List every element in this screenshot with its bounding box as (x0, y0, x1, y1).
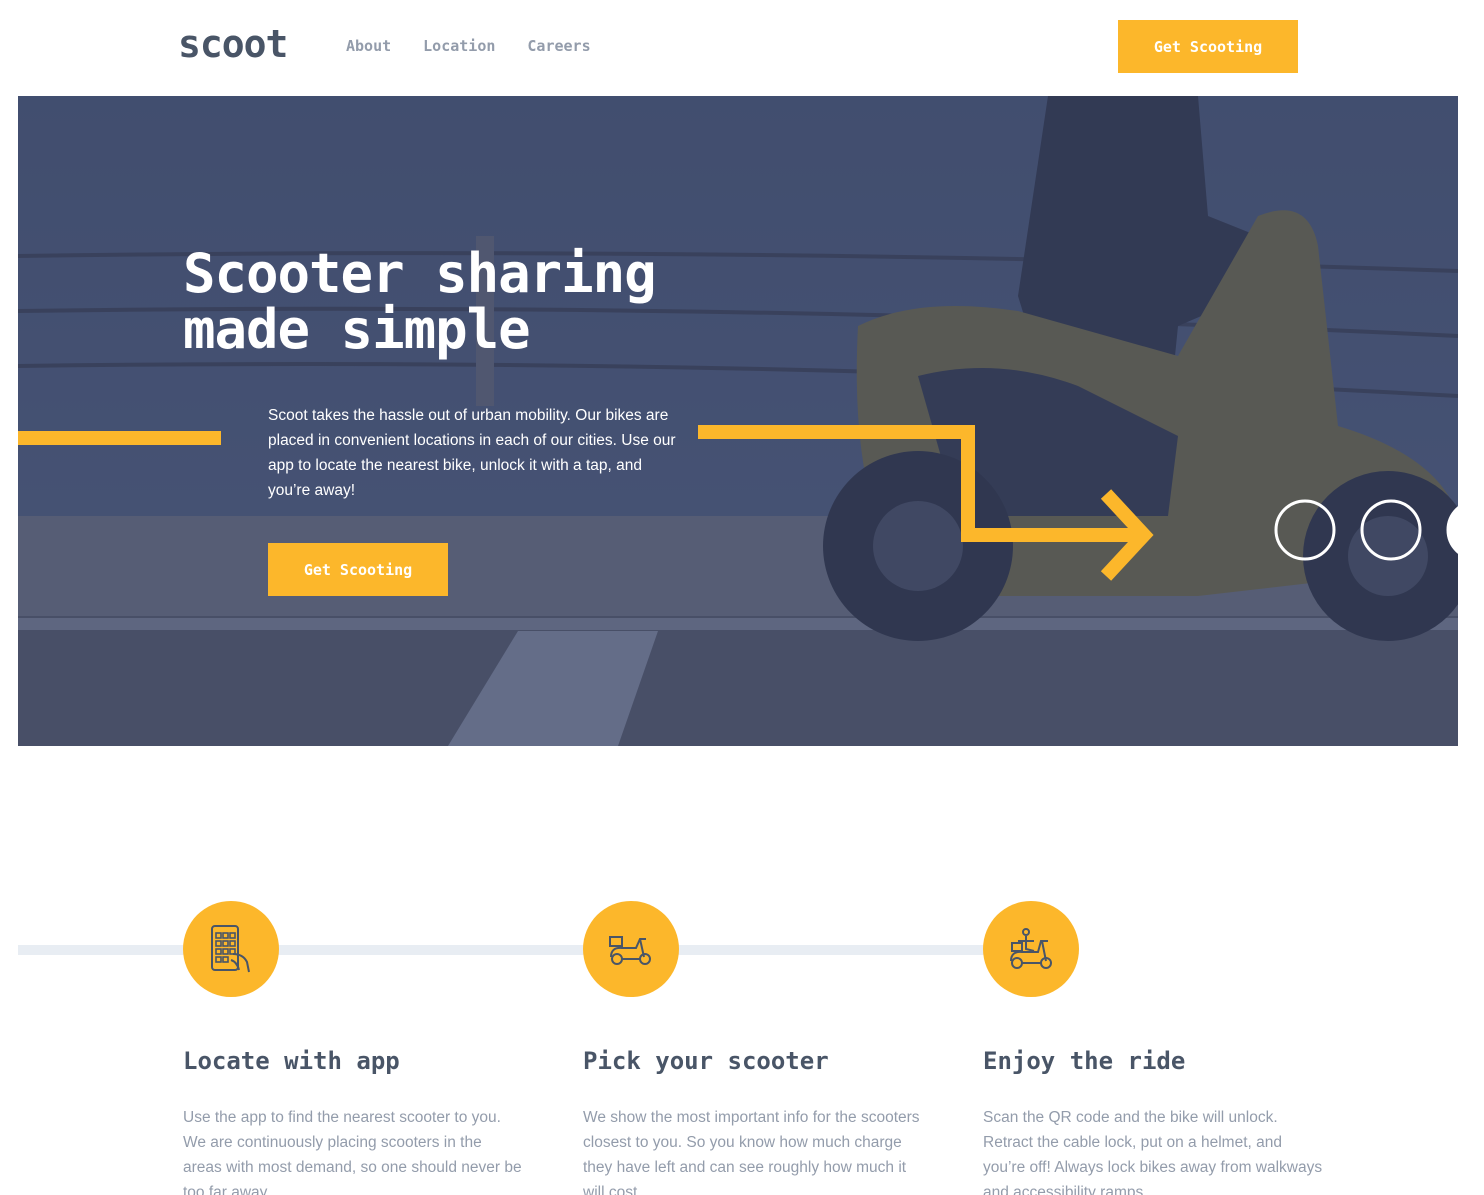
phone-app-icon (211, 925, 250, 973)
feature-icon-circle (183, 901, 279, 997)
nav-location[interactable]: Location (423, 37, 495, 55)
feature-pick: Pick your scooter We show the most impor… (583, 901, 923, 1195)
hero-circles-pattern (1274, 499, 1458, 561)
ride-icon (1010, 928, 1052, 969)
site-header: scoot About Location Careers Get Scootin… (0, 0, 1484, 96)
scooter-icon (609, 936, 651, 965)
feature-title: Pick your scooter (583, 1047, 829, 1075)
feature-title: Enjoy the ride (983, 1047, 1186, 1075)
hero-arrow-pattern (698, 425, 1154, 581)
feature-description: Scan the QR code and the bike will unloc… (983, 1109, 1323, 1195)
logo[interactable]: scoot (178, 22, 288, 66)
hero-accent-line (18, 431, 221, 445)
hero-get-scooting-button[interactable]: Get Scooting (268, 543, 448, 596)
feature-enjoy: Enjoy the ride Scan the QR code and the … (983, 901, 1323, 1195)
hero-title: Scooter sharing made simple (183, 242, 657, 361)
feature-description: We show the most important info for the … (583, 1109, 920, 1195)
main-nav: About Location Careers (346, 37, 591, 55)
nav-about[interactable]: About (346, 37, 391, 55)
feature-icon-circle (983, 901, 1079, 997)
feature-description: Use the app to find the nearest scooter … (183, 1109, 522, 1195)
feature-title: Locate with app (183, 1047, 400, 1075)
feature-icon-circle (583, 901, 679, 997)
nav-careers[interactable]: Careers (527, 37, 590, 55)
hero-title-line-1: Scooter sharing (183, 242, 657, 305)
header-get-scooting-button[interactable]: Get Scooting (1118, 20, 1298, 73)
feature-locate: Locate with app Use the app to find the … (183, 901, 523, 1195)
hero-title-line-2: made simple (183, 298, 531, 361)
hero-section: Scooter sharing made simple Scoot takes … (18, 96, 1458, 746)
hero-description: Scoot takes the hassle out of urban mobi… (268, 407, 676, 499)
